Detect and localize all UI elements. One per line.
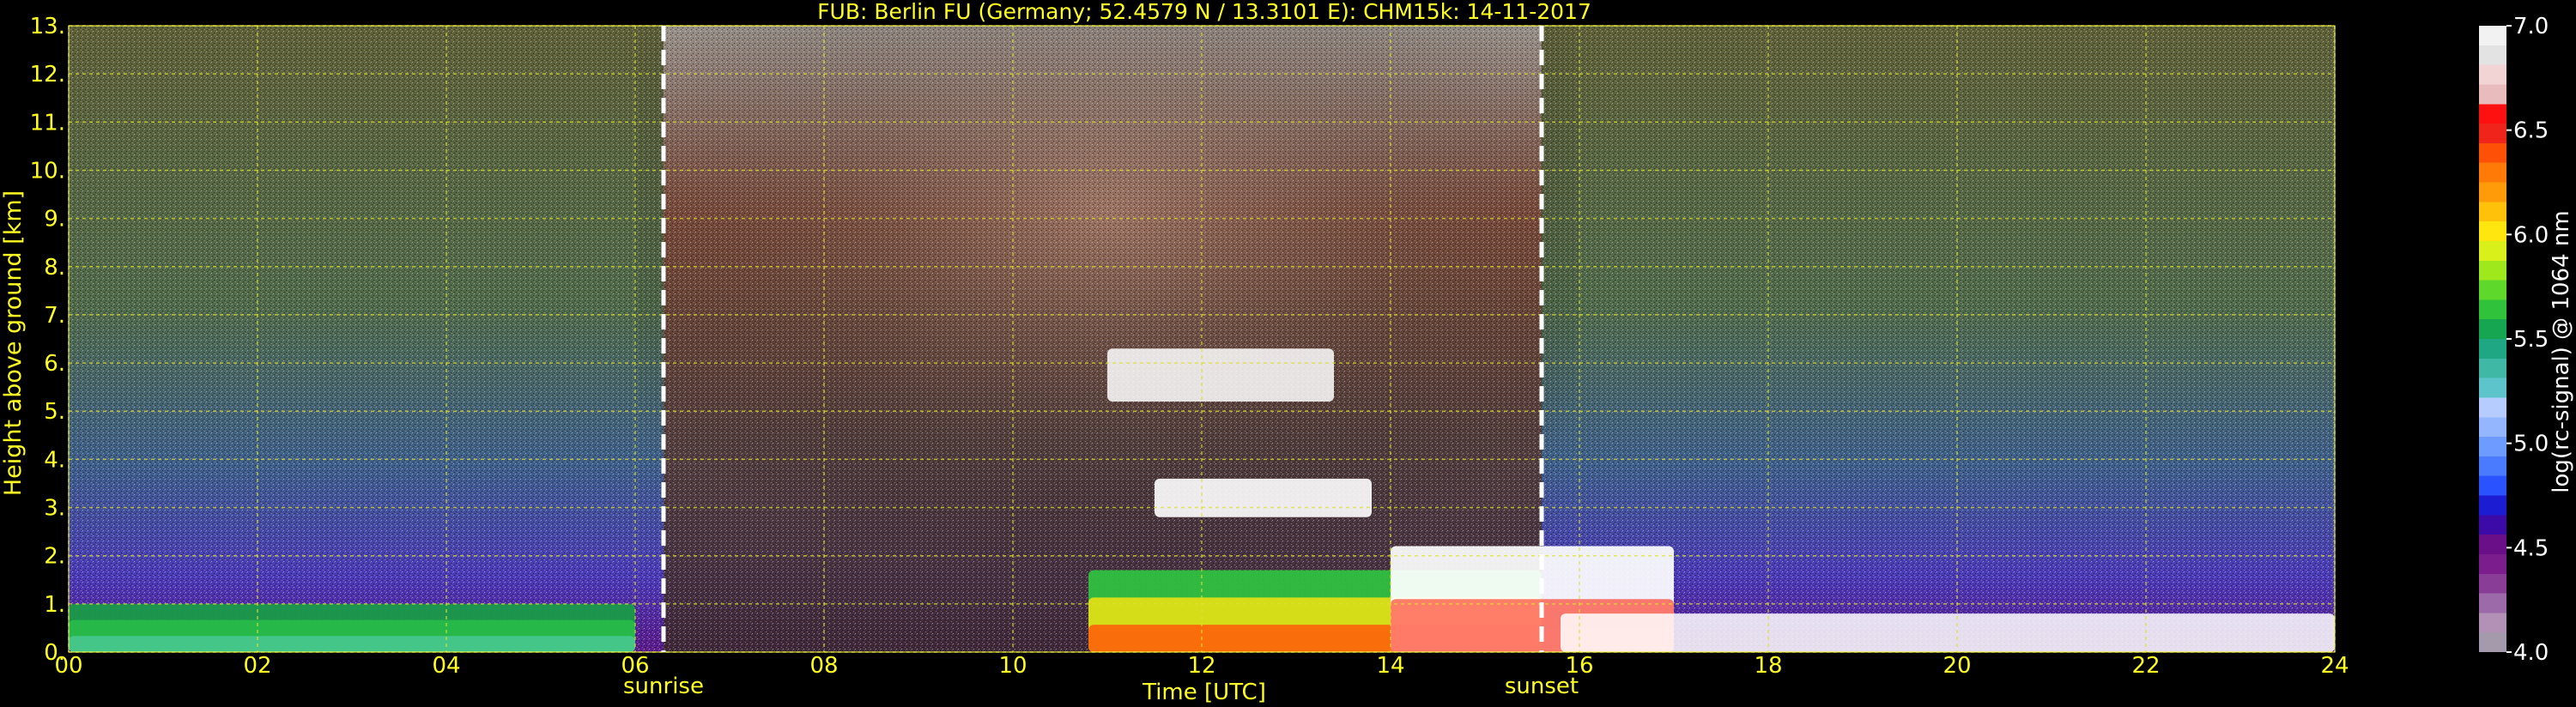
x-tick-label: 20 [1943,653,1971,679]
colorbar-tick-label: 6.0 [2513,222,2549,248]
y-tick-label: 9. [44,207,65,233]
y-tick-label: 8. [44,255,65,281]
y-tick-label: 4. [44,447,65,473]
y-tick-labels: 0. 1. 2. 3. 4. 5. 6. 7. 8. 9. 10. 11. 12. 13. [30,14,65,666]
x-tick-label: 16 [1565,653,1593,679]
y-tick-label: 2. [44,544,65,570]
feature-mid-level-cloud [1155,478,1372,517]
x-tick-label: 08 [809,653,838,679]
x-tick-label: 04 [432,653,460,679]
colorbar-tick-label: 4.5 [2513,535,2549,561]
colorbar-tick-label: 6.5 [2513,118,2549,144]
x-tick-label: 12 [1187,653,1215,679]
y-tick-label: 13. [30,14,65,39]
y-tick-label: 11. [30,110,65,136]
feature-residual-layer [1561,613,2335,652]
y-tick-label: 6. [44,351,65,377]
feature-boundary-layer-aerosol [69,603,635,652]
colorbar-tick-label: 5.0 [2513,432,2549,457]
chart-title: FUB: Berlin FU (Germany; 52.4579 N / 13.… [817,0,1591,24]
x-tick-label: 14 [1376,653,1404,679]
y-tick-label: 1. [44,592,65,618]
feature-altocumulus [1107,348,1334,402]
x-tick-label: 02 [243,653,271,679]
plot-area [69,26,2335,652]
colorbar-tick-label: 4.0 [2513,640,2549,666]
y-tick-label: 3. [44,496,65,522]
colorbar-tick-label: 7.0 [2513,14,2549,39]
x-tick-label: 24 [2320,653,2349,679]
x-tick-label: 22 [2131,653,2160,679]
y-tick-label: 10. [30,158,65,184]
signal-noise [69,26,2335,652]
x-tick-label: 06 [621,653,649,679]
colorbar: 4.0 4.5 5.0 5.5 6.0 6.5 7.0 log(rc-signal) @ 1… [2479,14,2574,666]
y-tick-label: 7. [44,303,65,329]
ceilometer-figure: sunrise sunset 00 02 04 06 08 10 12 14 16 18 20 22 24… [0,0,2574,705]
x-tick-label: 18 [1754,653,1782,679]
y-tick-label: 5. [44,399,65,425]
y-tick-label: 12. [30,62,65,88]
colorbar-ticks: 4.0 4.5 5.0 5.5 6.0 6.5 7.0 [2506,14,2549,666]
colorbar-tick-label: 5.5 [2513,327,2549,353]
colorbar-label: log(rc-signal) @ 1064 nm [2549,210,2574,492]
y-axis-label: Height above ground [km] [0,190,27,496]
x-tick-labels: 00 02 04 06 08 10 12 14 16 18 20 22 24 [54,653,2349,679]
colorbar-scale [2479,26,2506,652]
x-axis-label: Time [UTC] [1142,680,1266,705]
y-tick-label: 0. [44,640,65,666]
x-tick-label: 10 [998,653,1027,679]
